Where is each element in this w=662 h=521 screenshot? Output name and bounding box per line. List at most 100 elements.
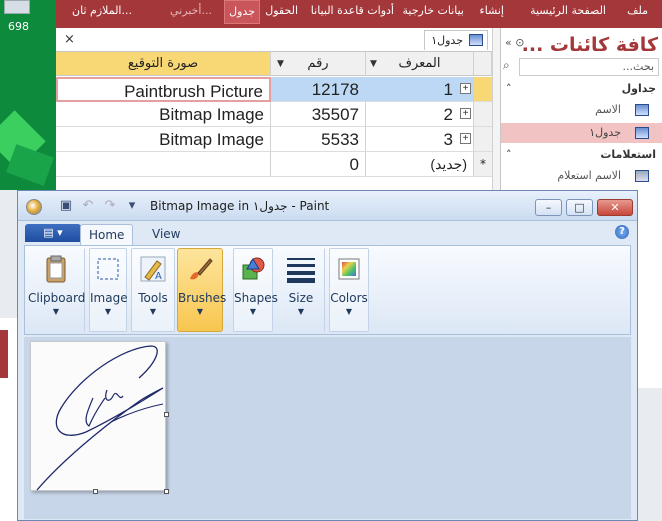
nav-item-label: الاسم استعلام [557,169,621,182]
table-icon [635,127,649,139]
minimize-button[interactable]: – [535,199,562,216]
dropdown-arrow-icon[interactable]: ▼ [370,52,377,76]
paint-title-bar[interactable]: ▣ ↶ ↷ ▾ Bitmap Image in جدول١ - Paint – … [18,191,637,221]
cell-id[interactable]: + 1 [366,77,474,102]
nav-item-label: جدول١ [589,126,621,139]
row-selector[interactable] [474,102,492,127]
nav-item-table-name[interactable]: الاسم [501,100,662,120]
ribbon-tab-create[interactable]: إنشاء [476,0,508,24]
cell-signature-picture[interactable]: Bitmap Image [56,127,271,152]
close-document-icon[interactable]: × [64,32,75,47]
customize-quick-access-icon[interactable]: ▾ [124,199,140,213]
query-icon [635,170,649,182]
cell-value: 3 [443,130,453,149]
clipboard-group[interactable]: Clipboard ▼ [27,248,85,332]
cell-id[interactable]: + 2 [366,102,474,127]
shapes-group[interactable]: Shapes ▼ [233,248,278,332]
brush-icon [190,258,213,280]
brushes-group[interactable]: Brushes ▼ [177,248,226,332]
group-label: Clipboard [28,291,86,305]
group-label: Shapes [234,291,278,305]
document-tab-table1[interactable]: جدول١ [424,30,488,50]
paint-window: ▣ ↶ ↷ ▾ Bitmap Image in جدول١ - Paint – … [17,190,638,521]
tab-view[interactable]: View [144,224,188,245]
paint-app-icon[interactable] [26,199,42,215]
access-ribbon-tabs: ملف الصفحة الرئيسية إنشاء بيانات خارجية … [56,0,662,28]
resize-handle-right[interactable] [164,412,169,417]
cell-id[interactable]: + 3 [366,127,474,152]
expand-plus-icon[interactable]: + [460,133,471,144]
ribbon-tab-database-tools[interactable]: أدوات قاعدة البيانا [307,0,398,24]
nav-pane-title[interactable]: كافة كائنات ... [522,34,658,56]
group-label: Size [288,291,314,305]
ribbon-user-name[interactable]: الملازم ثان... [68,0,136,24]
tab-home[interactable]: Home [80,224,134,245]
expand-plus-icon[interactable]: + [460,108,471,119]
resize-handle-corner[interactable] [164,489,169,494]
redo-icon[interactable]: ↷ [102,199,118,213]
desktop-tile[interactable] [4,0,30,14]
cell-value: 1 [443,80,453,99]
nav-group-tables[interactable]: جداول ˄ [506,82,656,95]
shapes-icon [242,257,265,280]
row-selector[interactable] [474,127,492,152]
nav-group-queries[interactable]: استعلامات ˄ [506,148,656,161]
column-header-label: صورة التوقيع [127,56,199,71]
chevron-down-icon: ▼ [104,307,112,316]
nav-item-label: الاسم [595,103,621,116]
cell-number[interactable]: 5533 [271,127,366,152]
cell-value: 2 [443,105,453,124]
cell-signature-picture-new[interactable] [56,152,271,177]
column-header-signature-picture[interactable]: صورة التوقيع [56,52,271,76]
cell-number[interactable]: 35507 [271,102,366,127]
maximize-button[interactable]: □ [566,199,593,216]
cell-id-new[interactable]: (جديد) [366,152,474,177]
paint-window-title: Bitmap Image in جدول١ - Paint [150,199,330,213]
cell-signature-picture[interactable]: Paintbrush Picture [56,77,271,102]
tools-group[interactable]: A Tools ▼ [131,248,175,332]
column-header-number[interactable]: رقم ▼ [271,52,366,76]
save-icon[interactable]: ▣ [58,199,74,213]
cell-number-new[interactable]: 0 [271,152,366,177]
desktop-background: 698 [0,0,56,190]
colors-group[interactable]: Colors ▼ [329,248,369,332]
paint-menu-button[interactable]: ▤ ▾ [25,224,81,242]
row-selector[interactable] [474,77,492,102]
image-group[interactable]: Image ▼ [89,248,128,332]
nav-search-input[interactable]: بحث... [519,58,659,76]
chevron-down-icon: ▼ [196,307,204,316]
chevron-up-icon: ˄ [506,82,512,95]
resize-handle-bottom[interactable] [93,489,98,494]
drawing-canvas[interactable] [30,341,166,491]
column-header-label: رقم [307,56,329,71]
nav-item-query[interactable]: الاسم استعلام [501,166,662,186]
dropdown-arrow-icon[interactable]: ▼ [277,52,284,76]
svg-text:A: A [155,271,162,282]
chevron-down-icon: ▼ [149,307,157,316]
search-icon[interactable]: ⌕ [503,58,519,76]
ribbon-tab-external-data[interactable]: بيانات خارجية [399,0,468,24]
column-header-label: المعرف [398,56,441,71]
new-row-marker[interactable]: * [474,152,492,177]
cell-number[interactable]: 12178 [271,77,366,102]
ribbon-tab-home[interactable]: الصفحة الرئيسية [526,0,610,24]
cell-signature-picture[interactable]: Bitmap Image [56,102,271,127]
ribbon-tab-table[interactable]: جدول [224,0,260,24]
expand-plus-icon[interactable]: + [460,83,471,94]
document-tab-label: جدول١ [431,34,463,47]
help-icon[interactable]: ? [615,225,629,239]
desktop-wallpaper-shape [6,144,54,186]
select-all-corner[interactable] [474,52,492,76]
size-group[interactable]: Size ▼ [277,248,325,332]
ribbon-tab-file[interactable]: ملف [623,0,652,24]
line-width-icon [287,258,315,283]
tell-me-box[interactable]: أخبرني... [166,0,216,24]
ribbon-tab-fields[interactable]: الحقول [261,0,302,24]
close-button[interactable]: ✕ [597,199,633,216]
column-header-id[interactable]: المعرف ▼ [366,52,474,76]
table-icon [635,104,649,116]
undo-icon[interactable]: ↶ [80,199,96,213]
signature-drawing [36,345,164,491]
clipboard-icon [46,255,66,283]
nav-item-table1[interactable]: جدول١ [501,123,662,143]
